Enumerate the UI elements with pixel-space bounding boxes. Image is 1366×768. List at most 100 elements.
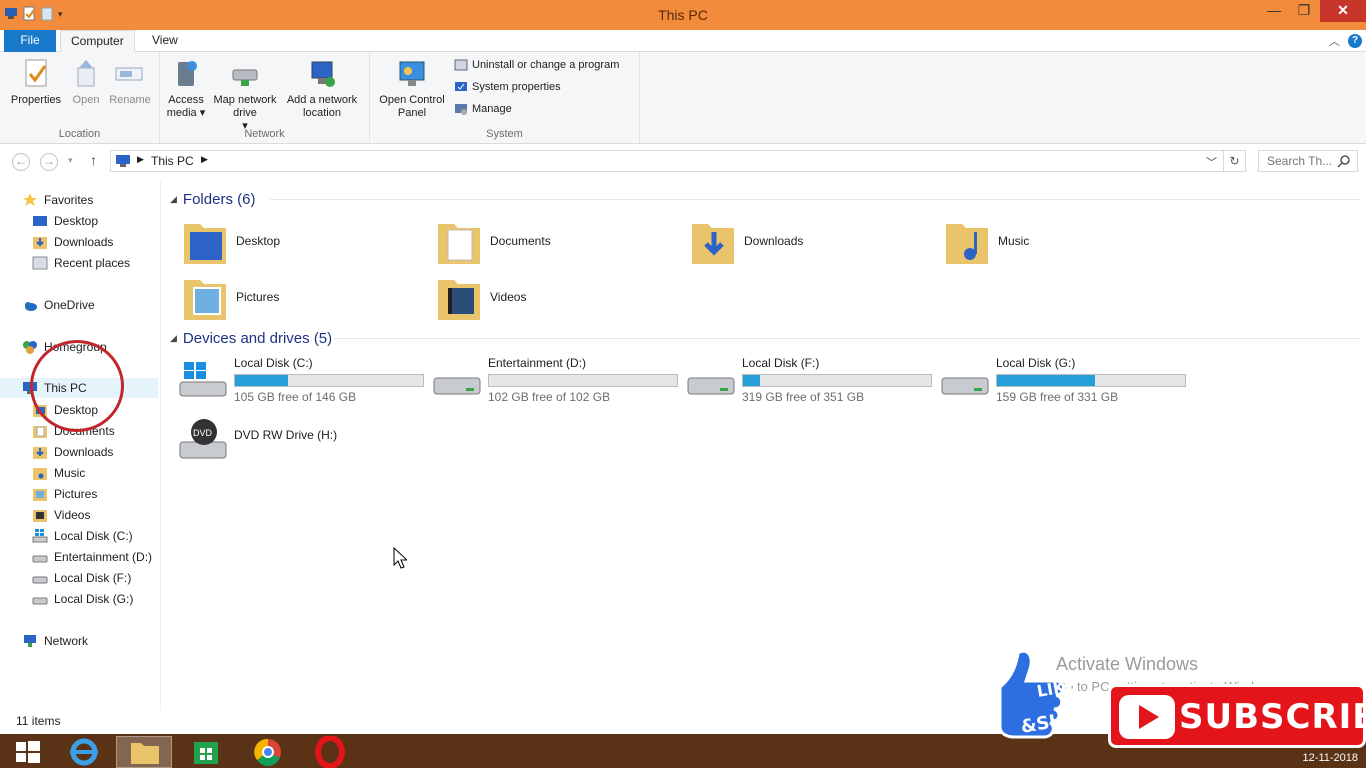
refresh-button[interactable]: ↻ (1224, 150, 1246, 172)
windows-drive-icon (178, 360, 228, 405)
opera-icon[interactable] (302, 735, 358, 768)
usage-bar (488, 374, 678, 387)
search-box[interactable] (1258, 150, 1358, 172)
breadcrumb-this-pc[interactable]: This PC (151, 154, 194, 168)
usage-bar-fill (997, 375, 1095, 386)
nav-pc-local-disk-f[interactable]: Local Disk (F:) (32, 568, 131, 588)
tab-file[interactable]: File (4, 30, 56, 52)
nav-pc-local-disk-g-label: Local Disk (G:) (54, 592, 134, 606)
drive-local-disk-c[interactable]: Local Disk (C:) 105 GB free of 146 GB (172, 354, 424, 406)
drives-section-header[interactable]: ◢ Devices and drives (5) (170, 328, 1360, 348)
folder-documents[interactable]: Documents (428, 214, 678, 268)
internet-explorer-icon[interactable] (56, 736, 112, 768)
nav-pc-entertainment-d-label: Entertainment (D:) (54, 550, 153, 564)
onedrive-cloud-icon (22, 297, 38, 313)
chrome-icon[interactable] (240, 736, 296, 768)
breadcrumb-separator-icon[interactable]: ▶ (137, 154, 144, 165)
system-properties-icon (454, 80, 468, 94)
breadcrumb-chevron-icon[interactable]: ▶ (201, 154, 208, 165)
minimize-button[interactable]: — (1260, 0, 1288, 22)
nav-fav-desktop[interactable]: Desktop (32, 211, 98, 231)
uninstall-program-button[interactable]: Uninstall or change a program (454, 58, 619, 72)
folder-music[interactable]: Music (936, 214, 1186, 268)
homegroup-icon (22, 339, 38, 355)
drive-entertainment-d[interactable]: Entertainment (D:) 102 GB free of 102 GB (426, 354, 678, 406)
status-item-count: 11 items (16, 714, 61, 728)
folder-pictures[interactable]: Pictures (174, 270, 424, 324)
nav-pc-pictures[interactable]: Pictures (32, 484, 97, 504)
search-input[interactable] (1259, 151, 1339, 171)
close-button[interactable]: ✕ (1320, 0, 1366, 22)
drive-dvd-rw-h[interactable]: DVD DVD RW Drive (H:) (172, 412, 422, 464)
music-folder-icon (32, 465, 48, 481)
folder-downloads[interactable]: Downloads (682, 214, 932, 268)
nav-fav-downloads[interactable]: Downloads (32, 232, 113, 252)
map-network-drive-label: Map network drive (213, 94, 277, 119)
group-label-system: System (486, 128, 523, 140)
collapse-arrow-icon[interactable]: ◢ (170, 194, 177, 205)
ribbon-tabs: File Computer View ︿ ? (0, 30, 1366, 53)
nav-fav-recent-places-label: Recent places (54, 256, 131, 270)
nav-pc-downloads[interactable]: Downloads (32, 442, 113, 462)
nav-pc-entertainment-d[interactable]: Entertainment (D:) (32, 547, 152, 567)
properties-label: Properties (10, 94, 62, 106)
restore-button[interactable]: ❐ (1290, 0, 1318, 22)
nav-pc-videos[interactable]: Videos (32, 505, 90, 525)
section-divider (334, 338, 1360, 339)
nav-pc-music-label: Music (54, 466, 86, 480)
access-media-button[interactable]: Access media ▾ (164, 58, 208, 120)
rename-button[interactable]: Rename (106, 58, 154, 107)
downloads-folder-icon (32, 444, 48, 460)
nav-network[interactable]: Network (22, 631, 88, 651)
open-button[interactable]: Open (66, 58, 106, 107)
nav-pc-local-disk-c[interactable]: Local Disk (C:) (32, 526, 133, 546)
usage-bar (234, 374, 424, 387)
address-bar[interactable]: ▶ This PC ▶ ﹀ (110, 150, 1224, 172)
add-network-location-button[interactable]: Add a network location (282, 58, 362, 120)
collapse-arrow-icon[interactable]: ◢ (170, 333, 177, 344)
system-properties-button[interactable]: System properties (454, 80, 561, 94)
nav-pc-music[interactable]: Music (32, 463, 85, 483)
system-properties-label: System properties (472, 81, 561, 93)
store-icon[interactable] (178, 736, 234, 768)
nav-onedrive[interactable]: OneDrive (22, 295, 95, 315)
nav-pc-local-disk-g[interactable]: Local Disk (G:) (32, 589, 133, 609)
folders-section-header[interactable]: ◢ Folders (6) (170, 189, 1360, 209)
manage-button[interactable]: Manage (454, 102, 512, 116)
nav-fav-recent-places[interactable]: Recent places (32, 253, 130, 273)
music-folder-icon (944, 218, 990, 269)
back-button[interactable]: ← (12, 153, 30, 171)
forward-button[interactable]: → (40, 153, 58, 171)
windows-drive-icon (32, 528, 48, 544)
open-control-panel-button[interactable]: Open Control Panel (374, 58, 450, 120)
tab-view[interactable]: View (142, 30, 188, 52)
recent-locations-icon[interactable]: ▾ (68, 155, 73, 166)
up-arrow-icon[interactable]: ↑ (90, 152, 97, 168)
search-icon[interactable] (1337, 154, 1351, 171)
drive-local-disk-g[interactable]: Local Disk (G:) 159 GB free of 331 GB (934, 354, 1186, 406)
file-explorer-icon[interactable] (116, 736, 172, 768)
folders-header-label: Folders (6) (182, 190, 256, 208)
properties-button[interactable]: Properties (8, 58, 64, 107)
nav-favorites[interactable]: Favorites (22, 190, 93, 210)
drive-local-disk-f[interactable]: Local Disk (F:) 319 GB free of 351 GB (680, 354, 932, 406)
nav-pc-local-disk-f-label: Local Disk (F:) (54, 571, 132, 585)
pane-splitter[interactable] (160, 180, 161, 710)
folder-name: Videos (490, 290, 527, 304)
group-network: Access media ▾ Map network drive ▾ Add a… (160, 52, 370, 144)
address-history-icon[interactable]: ﹀ (1206, 154, 1217, 170)
group-label-location: Location (58, 128, 101, 140)
collapse-ribbon-icon[interactable]: ︿ (1329, 33, 1340, 49)
section-divider (270, 199, 1360, 200)
window-controls: — ❐ ✕ (1258, 0, 1366, 22)
help-icon[interactable]: ? (1348, 34, 1362, 48)
media-server-icon (170, 58, 202, 90)
map-network-drive-button[interactable]: Map network drive ▾ (208, 58, 282, 133)
usage-bar-fill (743, 375, 760, 386)
folder-name: Music (998, 234, 1030, 248)
tab-computer[interactable]: Computer (60, 30, 135, 53)
access-media-label: Access media (166, 94, 204, 119)
folder-videos[interactable]: Videos (428, 270, 678, 324)
folder-desktop[interactable]: Desktop (174, 214, 424, 268)
start-button[interactable] (0, 736, 56, 768)
